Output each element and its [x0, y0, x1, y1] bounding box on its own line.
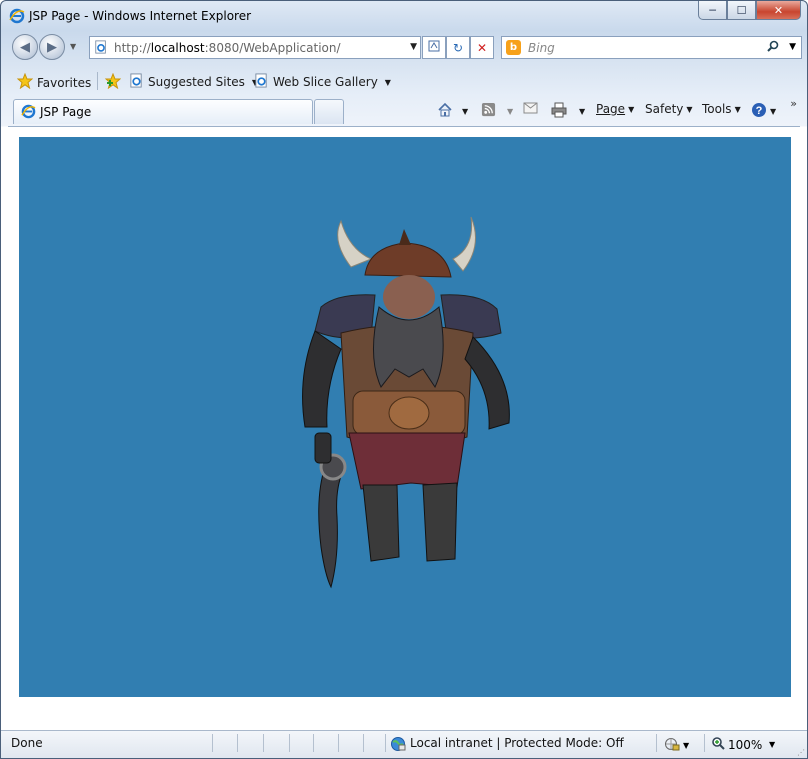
security-zone-text[interactable]: Local intranet | Protected Mode: Off	[410, 736, 624, 750]
compatibility-icon	[427, 39, 441, 56]
help-menu[interactable]: ? ▼	[751, 102, 776, 121]
zoom-dropdown-icon[interactable]: ▼	[769, 740, 775, 749]
status-divider	[656, 734, 657, 752]
resize-grip-icon[interactable]: ⋰	[797, 748, 805, 757]
arrow-left-icon: ◀	[20, 39, 30, 55]
viking-dwarf-model	[302, 216, 510, 589]
ie-page-icon	[129, 73, 144, 91]
page-icon	[94, 40, 108, 57]
home-icon	[437, 102, 453, 121]
tools-menu-label: Tools	[702, 102, 732, 116]
window-title: JSP Page - Windows Internet Explorer	[29, 9, 252, 23]
status-divider	[212, 734, 213, 752]
search-dropdown-icon[interactable]: ▼	[789, 42, 796, 52]
chevron-down-icon: ▼	[683, 741, 690, 750]
chevron-down-icon[interactable]: ▼	[462, 107, 468, 116]
chevron-down-icon: ▼	[686, 104, 693, 114]
refresh-icon: ↻	[452, 40, 464, 55]
popup-blocker-button[interactable]: ▼	[664, 736, 689, 755]
tools-menu[interactable]: Tools ▼	[702, 102, 741, 116]
status-divider	[338, 734, 339, 752]
window-controls: ─ ☐ ✕	[698, 1, 801, 21]
favorites-label: Favorites	[37, 75, 92, 90]
minimize-button[interactable]: ─	[698, 1, 727, 20]
page-content	[8, 126, 800, 729]
mail-icon	[523, 102, 538, 117]
page-menu[interactable]: Page ▼	[596, 102, 634, 116]
ie-logo-icon	[9, 8, 25, 27]
status-divider	[363, 734, 364, 752]
suggested-sites-label: Suggested Sites	[148, 75, 245, 89]
favorites-button[interactable]: Favorites	[16, 72, 92, 92]
chevron-down-icon: ▼	[628, 104, 635, 114]
back-button[interactable]: ◀	[12, 34, 38, 60]
tab-label: JSP Page	[40, 105, 92, 119]
refresh-button[interactable]: ↻	[446, 36, 470, 59]
tab-bar: JSP Page ▼ ▼ ▼ Page ▼ Safety ▼ Tools ▼ ?…	[1, 97, 807, 125]
title-bar: JSP Page - Windows Internet Explorer ─ ☐…	[1, 1, 807, 31]
browser-window: JSP Page - Windows Internet Explorer ─ ☐…	[0, 0, 808, 759]
svg-text:?: ?	[756, 105, 763, 117]
search-icon[interactable]	[767, 40, 779, 55]
recent-pages-dropdown-icon[interactable]: ▼	[70, 42, 76, 51]
compatibility-view-button[interactable]	[422, 36, 446, 59]
close-button[interactable]: ✕	[756, 1, 801, 20]
chevron-down-icon: ▼	[384, 77, 391, 87]
safety-menu[interactable]: Safety ▼	[645, 102, 693, 116]
star-icon	[16, 72, 34, 92]
suggested-sites-link[interactable]: Suggested Sites ▼	[129, 73, 258, 91]
search-box[interactable]: b Bing ▼	[501, 36, 802, 59]
status-divider	[704, 734, 705, 752]
add-to-favorites-bar-button[interactable]	[104, 72, 122, 92]
address-dropdown-icon[interactable]: ▼	[410, 42, 417, 52]
more-commands-button[interactable]: »	[790, 97, 797, 110]
web-slice-gallery-link[interactable]: Web Slice Gallery ▼	[254, 73, 391, 91]
chevron-down-icon: ▼	[770, 107, 777, 116]
print-button[interactable]: ▼	[551, 102, 585, 121]
zoom-level: 100%	[728, 737, 763, 752]
stop-button[interactable]: ✕	[470, 36, 494, 59]
address-bar[interactable]: http://localhost:8080/WebApplication/ ▼	[89, 36, 421, 59]
status-bar: Done Local intranet | Protected Mode: Of…	[1, 730, 807, 758]
globe-lock-icon	[664, 736, 680, 755]
webgl-canvas[interactable]	[19, 137, 791, 697]
navigation-bar: ◀ ▶ ▼ http://localhost:8080/WebApplicati…	[1, 33, 807, 63]
home-button[interactable]: ▼	[437, 102, 468, 121]
chevron-down-icon: ▼	[734, 104, 741, 114]
search-input[interactable]: Bing	[528, 41, 555, 55]
chevron-down-icon[interactable]: ▼	[579, 107, 585, 116]
stop-icon: ✕	[476, 40, 488, 55]
page-menu-label: Page	[596, 102, 626, 116]
chevron-down-icon[interactable]: ▼	[507, 107, 513, 116]
help-icon: ?	[751, 102, 767, 121]
address-url[interactable]: http://localhost:8080/WebApplication/	[114, 41, 341, 55]
tab-jsp-page[interactable]: JSP Page	[13, 99, 313, 124]
read-mail-button[interactable]	[523, 102, 538, 117]
ie-logo-icon	[21, 104, 36, 122]
status-text: Done	[11, 736, 43, 750]
status-divider	[385, 734, 386, 752]
rss-feed-icon	[481, 102, 496, 120]
new-tab-button[interactable]	[314, 99, 344, 124]
maximize-button[interactable]: ☐	[727, 1, 756, 20]
favorites-bar: Favorites Suggested Sites ▼ Web Slice Ga…	[1, 67, 807, 95]
safety-menu-label: Safety	[645, 102, 684, 116]
status-divider	[263, 734, 264, 752]
web-slice-gallery-label: Web Slice Gallery	[273, 75, 378, 89]
zoom-button[interactable]: 100%	[711, 736, 762, 753]
arrow-right-icon: ▶	[47, 39, 57, 55]
status-divider	[237, 734, 238, 752]
printer-icon	[551, 102, 567, 121]
forward-button[interactable]: ▶	[39, 34, 65, 60]
add-favorite-icon	[104, 72, 122, 92]
ie-page-icon	[254, 73, 269, 91]
favorites-separator	[97, 72, 98, 90]
feeds-button[interactable]: ▼	[481, 102, 513, 120]
bing-logo-icon: b	[506, 40, 521, 55]
status-divider	[313, 734, 314, 752]
magnifier-icon	[711, 736, 725, 753]
intranet-zone-icon	[390, 736, 406, 755]
status-divider	[289, 734, 290, 752]
